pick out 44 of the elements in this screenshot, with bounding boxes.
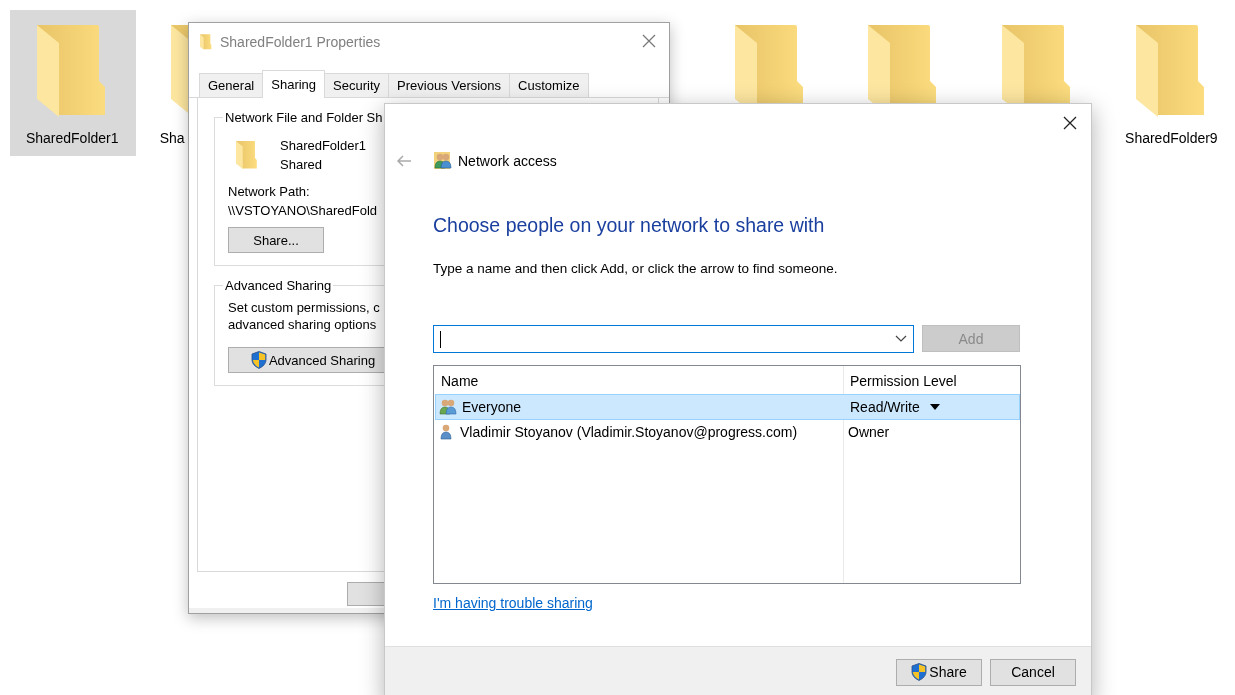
network-path: \\VSTOYANO\SharedFold <box>228 202 379 219</box>
column-header[interactable]: Permission Level <box>843 373 1020 389</box>
shield-icon <box>250 351 267 369</box>
desktop-folder[interactable]: SharedFolder9 <box>1109 10 1235 156</box>
folder-icon <box>236 138 258 172</box>
window-title: SharedFolder1 Properties <box>220 33 381 50</box>
folder-label: SharedFolder9 <box>1125 130 1219 146</box>
description-text: Set custom permissions, c <box>228 299 381 316</box>
column-header[interactable]: Name <box>434 373 843 389</box>
share-button[interactable]: Share... <box>228 227 324 253</box>
heading: Choose people on your network to share with <box>433 214 826 237</box>
help-link[interactable]: I'm having trouble sharing <box>433 595 593 611</box>
back-arrow-icon[interactable] <box>396 155 412 167</box>
shared-users-icon <box>434 152 452 170</box>
table-cell: Read/Write <box>850 399 920 415</box>
table-row[interactable]: Vladimir Stoyanov (Vladimir.Stoyanov@progress.com) Owner <box>434 420 1020 444</box>
folder-label: SharedFolder1 <box>25 130 120 146</box>
table-cell: Vladimir Stoyanov (Vladimir.Stoyanov@progress.com) <box>460 424 798 440</box>
folder-name: SharedFolder1 <box>280 137 366 154</box>
name-combo-field[interactable] <box>433 325 914 353</box>
share-status: Shared <box>280 156 323 173</box>
users-icon <box>438 398 458 416</box>
group-title: Advanced Sharing <box>224 278 333 293</box>
tab[interactable]: Customize <box>509 73 589 97</box>
shield-icon <box>911 663 928 681</box>
path-label: Network Path: <box>228 183 311 200</box>
share-button[interactable]: Share <box>896 658 982 686</box>
tab[interactable]: Previous Versions <box>388 73 511 97</box>
desktop-folder[interactable]: SharedFolder1 <box>10 10 136 156</box>
close-icon[interactable] <box>1063 116 1077 130</box>
instruction-text: Type a name and then click Add, or click the arrow to find someone. <box>433 261 839 276</box>
tab[interactable]: Sharing <box>262 70 326 98</box>
chevron-down-icon[interactable] <box>895 335 907 343</box>
tab[interactable]: Security <box>324 73 390 97</box>
dialog-title: Network access <box>458 153 557 169</box>
table-cell: Owner <box>848 424 890 440</box>
table-cell: Everyone <box>462 399 522 415</box>
description-text: advanced sharing options <box>228 316 378 333</box>
folder-label: Sha <box>159 130 186 146</box>
cancel-button[interactable]: Cancel <box>990 658 1076 686</box>
dropdown-arrow-icon[interactable] <box>929 404 940 410</box>
tab[interactable]: General <box>199 73 264 97</box>
table-row[interactable]: Everyone Read/Write <box>435 394 1020 420</box>
group-title: Network File and Folder Sh <box>224 110 384 125</box>
